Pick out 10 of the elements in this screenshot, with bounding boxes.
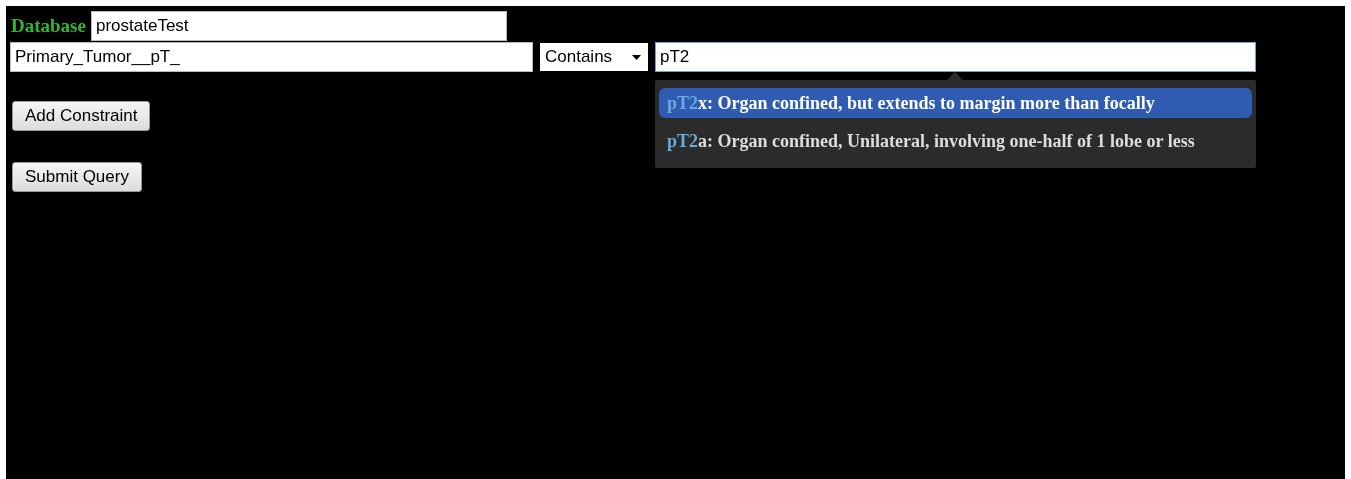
query-button[interactable]: Submit Query <box>12 162 142 192</box>
query-button[interactable]: Add Constraint <box>12 101 151 131</box>
value-field[interactable]: pT2 <box>655 42 1256 72</box>
operator-dropdown[interactable]: Contains <box>540 43 648 71</box>
database-field[interactable]: prostateTest <box>90 11 507 41</box>
database-label: Database <box>10 15 86 37</box>
field-name-input[interactable]: Primary_Tumor__pT_ <box>10 42 533 72</box>
caret-icon <box>632 54 641 60</box>
suggestion-item[interactable]: pT2a: Organ confined, Unilateral, involving one-half of 1 lobe or less <box>659 124 1252 158</box>
suggestion-item[interactable]: pT2x: Organ confined, but extends to margin more than focally <box>659 88 1252 118</box>
